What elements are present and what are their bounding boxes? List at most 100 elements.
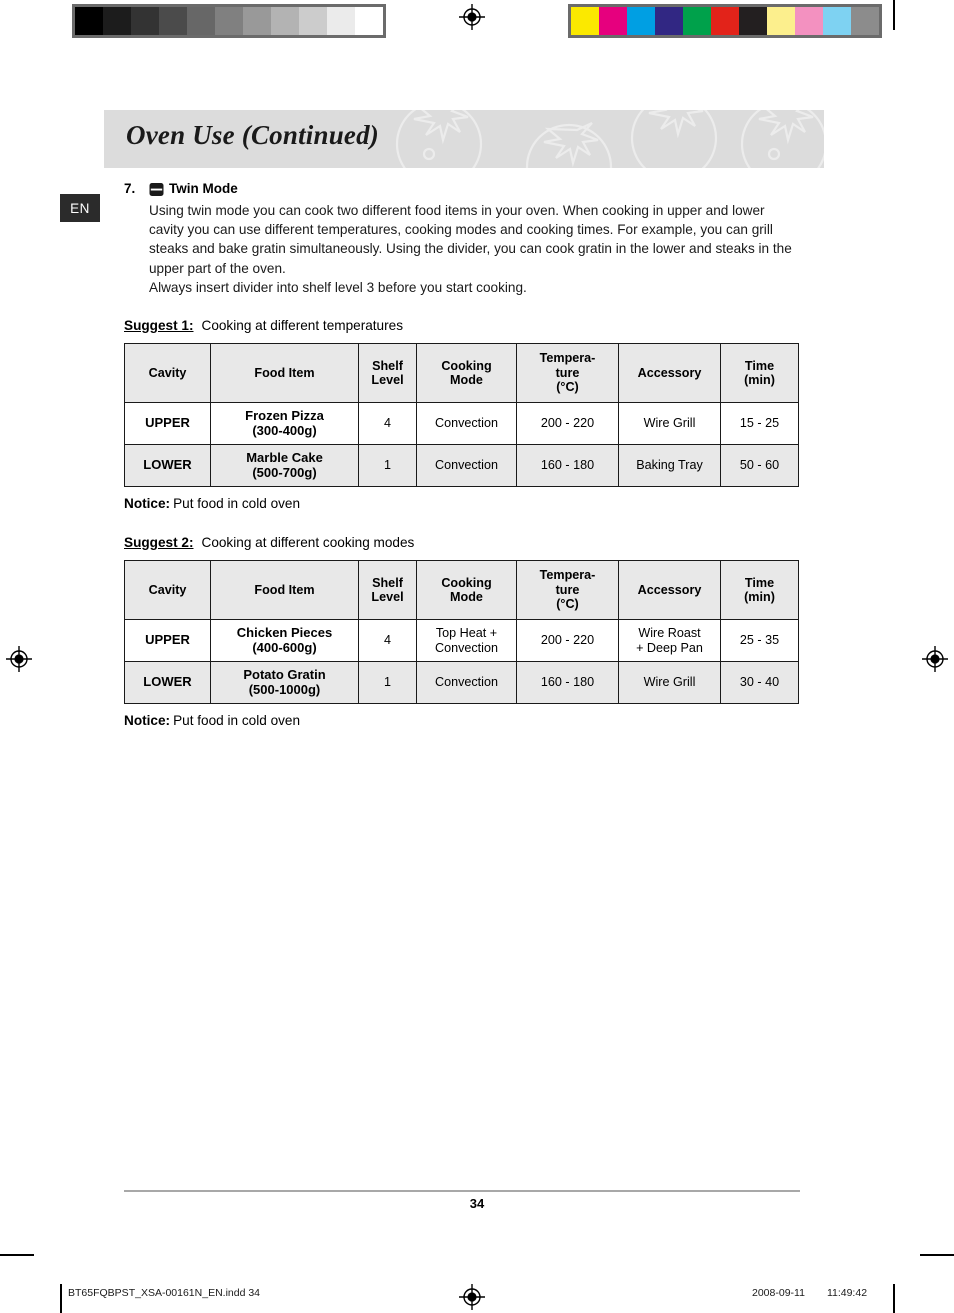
cell-temperature: 160 - 180 bbox=[516, 444, 619, 488]
cell-time: 25 - 35 bbox=[720, 619, 799, 663]
mode-line-1: Cooking bbox=[441, 358, 492, 373]
suggest-2-caption-line: Suggest 2: Cooking at different cooking m… bbox=[124, 534, 804, 552]
suggest-1-label: Suggest 1: bbox=[124, 318, 194, 334]
cell-cooking-mode: Top Heat + Convection bbox=[416, 619, 517, 663]
suggest-2-caption: Cooking at different cooking modes bbox=[201, 535, 415, 551]
column-header-accessory: Accessory bbox=[618, 343, 721, 404]
cell-cooking-mode: Convection bbox=[416, 444, 517, 488]
cooking-mode-line-2: Convection bbox=[434, 640, 498, 655]
food-weight: (300-400g) bbox=[252, 422, 317, 438]
notice-text: Put food in cold oven bbox=[173, 713, 301, 729]
cell-accessory: Baking Tray bbox=[618, 444, 721, 488]
page-header-band: Oven Use (Continued) bbox=[104, 110, 824, 168]
cell-accessory: Wire Roast + Deep Pan bbox=[618, 619, 721, 663]
column-header-food-item: Food Item bbox=[210, 343, 359, 404]
cell-shelf-level: 1 bbox=[358, 661, 417, 705]
cell-cavity: UPPER bbox=[124, 619, 211, 663]
imprint-time: 11:49:42 bbox=[826, 1287, 868, 1299]
shelf-line-1: Shelf bbox=[372, 575, 403, 590]
cell-accessory: Wire Grill bbox=[618, 661, 721, 705]
food-name: Chicken Pieces bbox=[236, 625, 333, 641]
column-header-shelf-level: Shelf Level bbox=[358, 560, 417, 621]
cell-food-item: Frozen Pizza (300-400g) bbox=[210, 402, 359, 446]
mode-line-2: Mode bbox=[450, 590, 483, 605]
time-line-2: (min) bbox=[744, 590, 775, 605]
notice-text: Put food in cold oven bbox=[173, 496, 301, 512]
table-header-row: Cavity Food Item Shelf Level Cooking Mod… bbox=[124, 343, 799, 404]
temp-line-2: ture bbox=[555, 365, 580, 380]
cell-food-item: Chicken Pieces (400-600g) bbox=[210, 619, 359, 663]
mode-line-2: Mode bbox=[450, 373, 483, 388]
cell-time: 15 - 25 bbox=[720, 402, 799, 446]
page-title: Oven Use (Continued) bbox=[126, 120, 379, 150]
food-weight: (400-600g) bbox=[252, 639, 317, 655]
time-line-2: (min) bbox=[744, 373, 775, 388]
column-header-accessory: Accessory bbox=[618, 560, 721, 621]
suggest-2-table: Cavity Food Item Shelf Level Cooking Mod… bbox=[124, 560, 799, 705]
temp-line-3: (°C) bbox=[556, 597, 579, 612]
imprint-date: 2008-09-11 bbox=[752, 1287, 805, 1299]
suggest-1-notice: Notice: Put food in cold oven bbox=[124, 495, 804, 513]
table-row: UPPER Frozen Pizza (300-400g) 4 Convecti… bbox=[124, 402, 799, 446]
cell-cavity: LOWER bbox=[124, 661, 211, 705]
footer-divider bbox=[124, 1190, 800, 1192]
time-line-1: Time bbox=[744, 358, 775, 373]
temp-line-1: Tempera- bbox=[539, 351, 596, 366]
cell-time: 30 - 40 bbox=[720, 661, 799, 705]
column-header-cooking-mode: Cooking Mode bbox=[416, 560, 517, 621]
shelf-line-1: Shelf bbox=[372, 358, 403, 373]
accessory-line-2: + Deep Pan bbox=[636, 640, 703, 655]
cell-shelf-level: 4 bbox=[358, 619, 417, 663]
cell-shelf-level: 4 bbox=[358, 402, 417, 446]
column-header-food-item: Food Item bbox=[210, 560, 359, 621]
time-line-1: Time bbox=[744, 575, 775, 590]
temp-line-2: ture bbox=[555, 582, 580, 597]
page-number: 34 bbox=[469, 1196, 485, 1211]
cell-time: 50 - 60 bbox=[720, 444, 799, 488]
food-weight: (500-1000g) bbox=[248, 681, 321, 697]
cell-cavity: UPPER bbox=[124, 402, 211, 446]
food-name: Frozen Pizza bbox=[245, 408, 324, 424]
temp-line-1: Tempera- bbox=[539, 568, 596, 583]
column-header-time: Time (min) bbox=[720, 560, 799, 621]
cell-accessory: Wire Grill bbox=[618, 402, 721, 446]
section-paragraph-2: Always insert divider into shelf level 3… bbox=[149, 279, 527, 295]
notice-label: Notice: bbox=[124, 713, 171, 729]
imprint-timestamp: 2008-09-11 11:49:42 bbox=[752, 1287, 867, 1299]
cell-cooking-mode: Convection bbox=[416, 402, 517, 446]
suggest-2-notice: Notice: Put food in cold oven bbox=[124, 712, 804, 730]
suggest-1-caption: Cooking at different temperatures bbox=[201, 318, 404, 334]
cell-shelf-level: 1 bbox=[358, 444, 417, 488]
language-tab: EN bbox=[60, 194, 100, 222]
shelf-line-2: Level bbox=[371, 373, 404, 388]
column-header-cavity: Cavity bbox=[124, 343, 211, 404]
food-name: Potato Gratin bbox=[243, 667, 326, 683]
cell-food-item: Marble Cake (500-700g) bbox=[210, 444, 359, 488]
imprint-filename: BT65FQBPST_XSA-00161N_EN.indd 34 bbox=[68, 1287, 261, 1299]
twin-mode-icon bbox=[149, 182, 164, 197]
document-page: Oven Use (Continued) EN 7. Twin Mode Usi… bbox=[0, 0, 954, 1313]
column-header-time: Time (min) bbox=[720, 343, 799, 404]
column-header-shelf-level: Shelf Level bbox=[358, 343, 417, 404]
section-paragraph-1: Using twin mode you can cook two differe… bbox=[149, 203, 792, 276]
table-row: LOWER Potato Gratin (500-1000g) 1 Convec… bbox=[124, 661, 799, 705]
table-header-row: Cavity Food Item Shelf Level Cooking Mod… bbox=[124, 560, 799, 621]
shelf-line-2: Level bbox=[371, 590, 404, 605]
cell-temperature: 200 - 220 bbox=[516, 619, 619, 663]
table-row: UPPER Chicken Pieces (400-600g) 4 Top He… bbox=[124, 619, 799, 663]
section-title: Twin Mode bbox=[169, 180, 238, 196]
tomato-outline-watermark bbox=[384, 110, 824, 168]
section-number: 7. bbox=[124, 180, 136, 196]
food-weight: (500-700g) bbox=[252, 464, 317, 480]
cell-cavity: LOWER bbox=[124, 444, 211, 488]
food-name: Marble Cake bbox=[246, 450, 323, 466]
accessory-line-1: Wire Roast bbox=[638, 626, 701, 641]
cell-food-item: Potato Gratin (500-1000g) bbox=[210, 661, 359, 705]
temp-line-3: (°C) bbox=[556, 380, 579, 395]
column-header-temperature: Tempera- ture (°C) bbox=[516, 560, 619, 621]
cell-cooking-mode: Convection bbox=[416, 661, 517, 705]
section-heading: 7. Twin Mode bbox=[124, 181, 804, 196]
suggest-1-caption-line: Suggest 1: Cooking at different temperatu… bbox=[124, 317, 804, 335]
table-row: LOWER Marble Cake (500-700g) 1 Convectio… bbox=[124, 444, 799, 488]
column-header-cavity: Cavity bbox=[124, 560, 211, 621]
